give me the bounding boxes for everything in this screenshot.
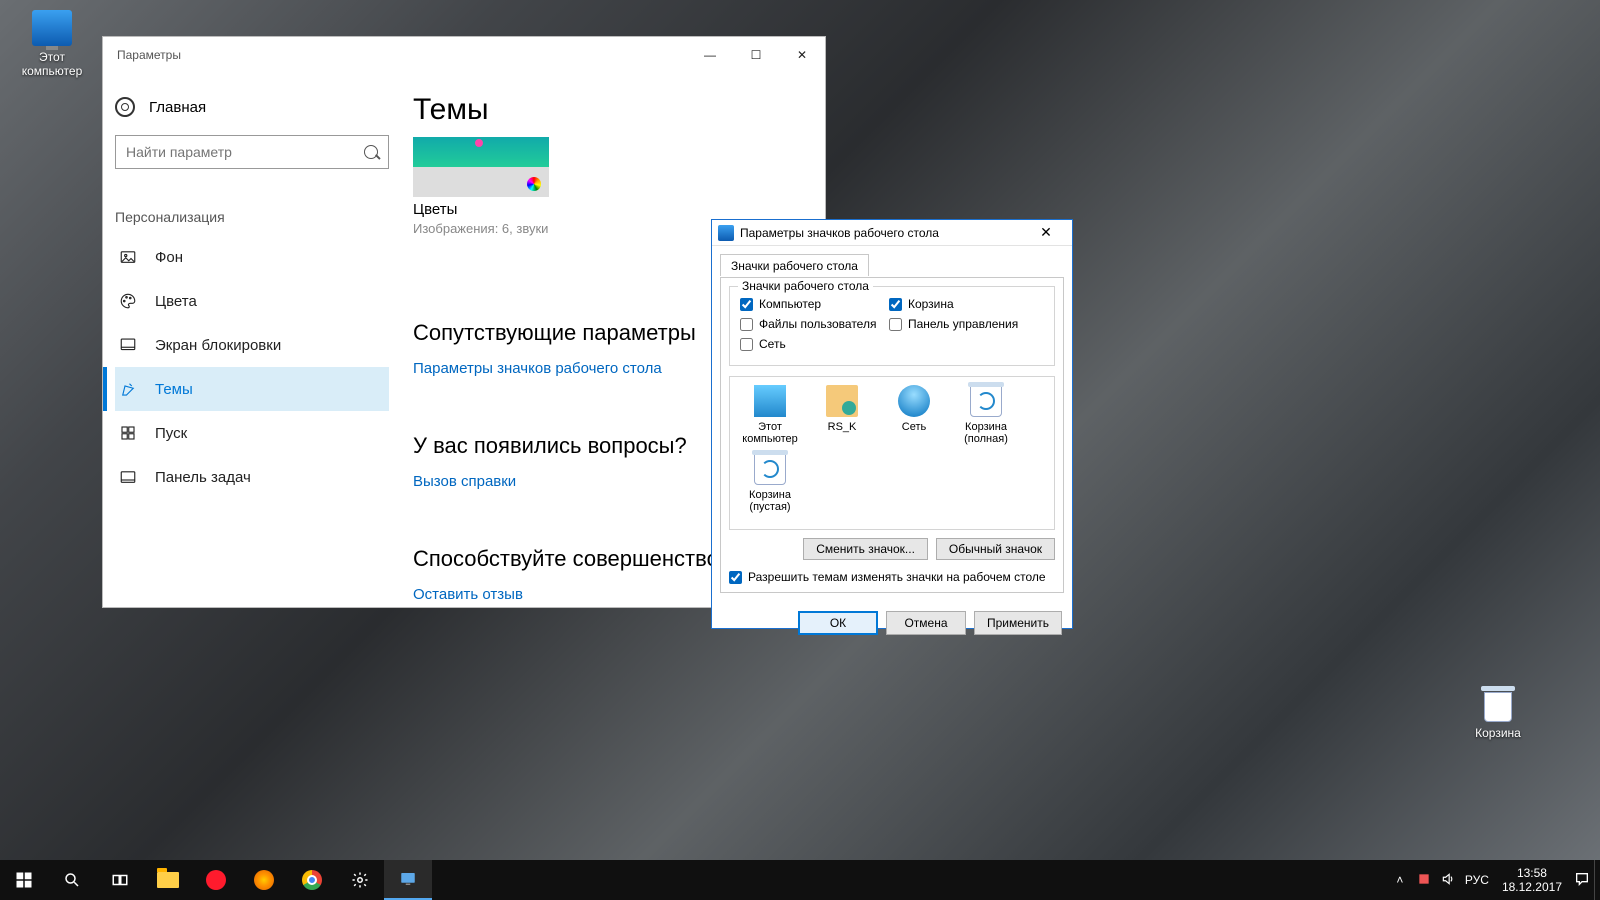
start-button[interactable] (0, 860, 48, 900)
chrome-icon (302, 870, 322, 890)
settings-title: Параметры (117, 48, 181, 62)
check-computer[interactable]: Компьютер (740, 297, 889, 311)
lock-screen-icon (119, 336, 137, 354)
dialog-close-button[interactable]: ✕ (1026, 223, 1066, 243)
sidebar-item-label: Темы (155, 381, 193, 398)
icon-item-bin-full[interactable]: Корзина (полная) (950, 385, 1022, 445)
picture-icon (119, 248, 137, 266)
maximize-button[interactable]: ☐ (733, 39, 779, 71)
tray-chevron-icon[interactable]: ˄ (1388, 873, 1412, 887)
group-legend: Значки рабочего стола (738, 279, 873, 293)
sidebar-item-label: Панель задач (155, 469, 251, 486)
check-recycle-bin[interactable]: Корзина (889, 297, 1038, 311)
tray-language[interactable]: РУС (1460, 873, 1494, 887)
sidebar-item-colors[interactable]: Цвета (115, 279, 389, 323)
cancel-button[interactable]: Отмена (886, 611, 966, 635)
checkbox-network[interactable] (740, 338, 753, 351)
bin-full-icon (970, 385, 1002, 417)
tray-security-icon[interactable] (1412, 872, 1436, 889)
search-button[interactable] (48, 860, 96, 900)
page-title: Темы (413, 93, 815, 127)
settings-sidebar: Главная Персонализация Фон Цвета Экран б (103, 73, 401, 607)
sidebar-item-label: Фон (155, 249, 183, 266)
icon-item-user[interactable]: RS_K (806, 385, 878, 445)
desktop-icon-recycle-bin[interactable]: Корзина (1456, 686, 1540, 740)
bin-icon (1478, 686, 1518, 722)
opera-icon (206, 870, 226, 890)
check-control-panel[interactable]: Панель управления (889, 317, 1038, 331)
dialog-titlebar[interactable]: Параметры значков рабочего стола ✕ (712, 220, 1072, 246)
allow-themes-checkbox[interactable]: Разрешить темам изменять значки на рабоч… (729, 570, 1055, 584)
checkbox-allow-themes[interactable] (729, 571, 742, 584)
firefox-icon (254, 870, 274, 890)
bin-empty-icon (754, 453, 786, 485)
home-button[interactable]: Главная (115, 73, 389, 135)
start-icon (119, 424, 137, 442)
icon-item-bin-empty[interactable]: Корзина (пустая) (734, 453, 806, 513)
gear-icon (115, 97, 135, 117)
checkbox-recycle[interactable] (889, 298, 902, 311)
desktop-icon-this-pc[interactable]: Этот компьютер (10, 10, 94, 78)
icon-item-this-pc[interactable]: Этот компьютер (734, 385, 806, 445)
clock-date: 18.12.2017 (1502, 880, 1562, 894)
palette-icon (119, 292, 137, 310)
tray-volume-icon[interactable] (1436, 872, 1460, 889)
action-center-icon[interactable] (1570, 871, 1594, 890)
task-view-button[interactable] (96, 860, 144, 900)
themes-icon (119, 380, 137, 398)
default-icon-button[interactable]: Обычный значок (936, 538, 1055, 560)
icon-item-network[interactable]: Сеть (878, 385, 950, 445)
search-input[interactable] (126, 144, 364, 160)
checkbox-controlpanel[interactable] (889, 318, 902, 331)
icon-preview-box: Этот компьютер RS_K Сеть Корзина (полная… (729, 376, 1055, 530)
opera-button[interactable] (192, 860, 240, 900)
tab-desktop-icons[interactable]: Значки рабочего стола (720, 254, 869, 276)
check-user-files[interactable]: Файлы пользователя (740, 317, 889, 331)
user-folder-icon (826, 385, 858, 417)
sidebar-section-label: Персонализация (115, 209, 389, 225)
search-icon (364, 145, 378, 159)
close-button[interactable]: ✕ (779, 39, 825, 71)
checkbox-userfiles[interactable] (740, 318, 753, 331)
settings-titlebar[interactable]: Параметры — ☐ ✕ (103, 37, 825, 73)
sidebar-item-start[interactable]: Пуск (115, 411, 389, 455)
taskbar: ˄ РУС 13:58 18.12.2017 (0, 860, 1600, 900)
pc-icon (754, 385, 786, 417)
ok-button[interactable]: ОК (798, 611, 878, 635)
sidebar-item-label: Цвета (155, 293, 197, 310)
display-app-button[interactable] (384, 860, 432, 900)
settings-search[interactable] (115, 135, 389, 169)
checkbox-group: Значки рабочего стола Компьютер Корзина … (729, 286, 1055, 366)
sidebar-item-taskbar[interactable]: Панель задач (115, 455, 389, 499)
folder-icon (157, 872, 179, 888)
theme-thumbnail[interactable] (413, 137, 549, 197)
file-explorer-button[interactable] (144, 860, 192, 900)
settings-taskbar-button[interactable] (336, 860, 384, 900)
sidebar-item-themes[interactable]: Темы (115, 367, 389, 411)
checkbox-computer[interactable] (740, 298, 753, 311)
change-icon-button[interactable]: Сменить значок... (803, 538, 928, 560)
dialog-title: Параметры значков рабочего стола (740, 226, 939, 240)
taskbar-icon (119, 468, 137, 486)
show-desktop-button[interactable] (1594, 860, 1600, 900)
tray-clock[interactable]: 13:58 18.12.2017 (1494, 866, 1570, 894)
network-icon (898, 385, 930, 417)
theme-name: Цветы (413, 201, 815, 218)
dialog-sys-icon (718, 225, 734, 241)
pc-icon (32, 10, 72, 46)
sidebar-item-lockscreen[interactable]: Экран блокировки (115, 323, 389, 367)
desktop-icon-settings-dialog: Параметры значков рабочего стола ✕ Значк… (711, 219, 1073, 629)
clock-time: 13:58 (1502, 866, 1562, 880)
apply-button[interactable]: Применить (974, 611, 1062, 635)
minimize-button[interactable]: — (687, 39, 733, 71)
firefox-button[interactable] (240, 860, 288, 900)
check-network[interactable]: Сеть (740, 337, 889, 351)
sidebar-item-label: Пуск (155, 425, 187, 442)
sidebar-item-background[interactable]: Фон (115, 235, 389, 279)
sidebar-item-label: Экран блокировки (155, 337, 281, 354)
home-label: Главная (149, 99, 206, 116)
desktop-icon-label: Этот компьютер (10, 50, 94, 78)
chrome-button[interactable] (288, 860, 336, 900)
desktop-icon-label: Корзина (1456, 726, 1540, 740)
